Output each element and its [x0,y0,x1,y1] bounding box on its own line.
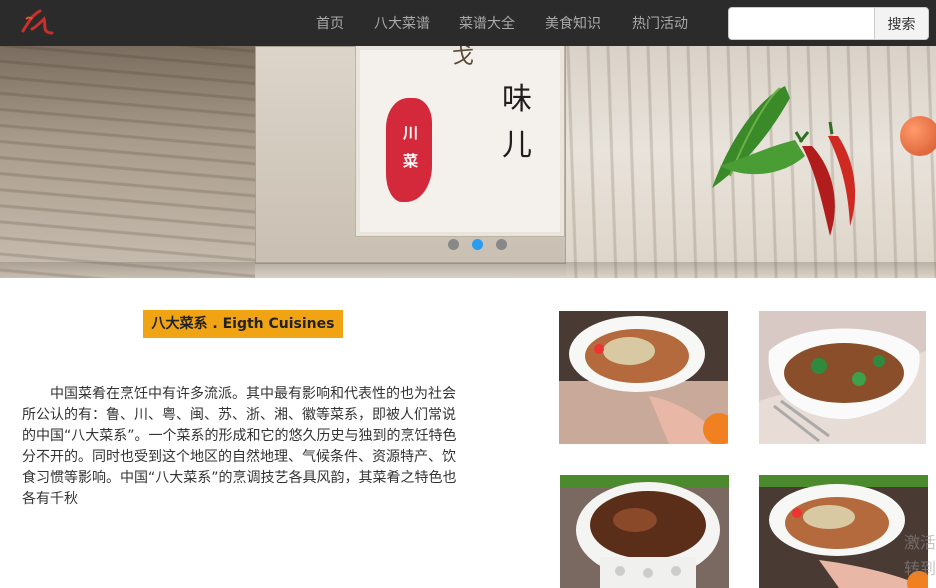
dish-photo-3[interactable] [560,475,729,588]
site-logo-icon[interactable] [18,5,58,39]
banner-calligraphy-wei: 味 [502,82,532,117]
nav-item-home[interactable]: 首页 [316,13,344,33]
top-navbar: 首页 八大菜谱 菜谱大全 美食知识 热门活动 搜索 [0,0,936,46]
carousel-dot-1[interactable] [448,239,459,250]
dish-photo-4[interactable] [759,475,928,588]
hero-banner[interactable]: 味 儿 戈 川 菜 [0,46,936,278]
carousel-dot-2[interactable] [472,239,483,250]
banner-calligraphy-partial: 戈 [452,46,475,69]
section-title: 八大菜系 . Eigth Cuisines [143,310,343,338]
nav-item-hot-events[interactable]: 热门活动 [632,13,688,33]
banner-bottom-shade [0,262,936,278]
watermark-line-2: 转到 [904,559,936,578]
nav-item-eight-cuisines[interactable]: 八大菜谱 [374,13,430,33]
banner-wood-left [0,46,255,278]
banner-calligraphy-er: 儿 [502,128,532,163]
nav-item-recipes[interactable]: 菜谱大全 [459,13,515,33]
search-button[interactable]: 搜索 [874,7,929,40]
chili-peppers-icon [712,86,856,236]
watermark-line-1: 激活 [904,533,936,552]
dish-photo-1[interactable] [559,311,728,444]
intro-paragraph: 中国菜肴在烹饪中有许多流派。其中最有影响和代表性的也为社会所公认的有：鲁、川、粤… [22,386,457,507]
os-activation-watermark: 激活 转到 [904,530,936,582]
stamp-text-cai: 菜 [403,152,419,170]
nav-item-food-knowledge[interactable]: 美食知识 [545,13,601,33]
search-input[interactable] [728,7,875,40]
dish-photo-2[interactable] [759,311,926,444]
stamp-text-chuan: 川 [403,124,419,142]
carousel-dot-3[interactable] [496,239,507,250]
tomato-decoration [900,116,936,156]
